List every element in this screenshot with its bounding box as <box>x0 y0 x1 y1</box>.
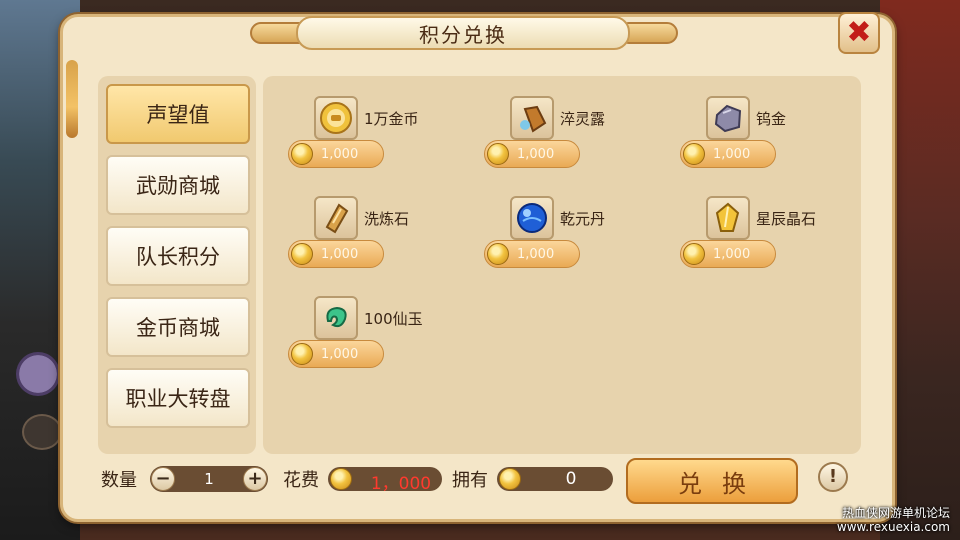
tassel-decoration <box>66 60 78 138</box>
category-tab-captain-points[interactable]: 队长积分 <box>106 226 250 286</box>
owned-label: 拥有 <box>452 470 488 491</box>
item-price: 1,000 <box>484 140 580 168</box>
quantity-label: 数量 <box>101 470 137 491</box>
watermark-line1: 热血侠网游单机论坛 <box>841 506 950 520</box>
page-title: 积分兑换 <box>419 22 507 47</box>
coin-icon <box>683 143 705 165</box>
coin-icon <box>487 243 509 265</box>
item-name: 星辰晶石 <box>756 210 817 228</box>
coin-icon <box>291 243 313 265</box>
item-card[interactable]: 淬灵露 1,000 <box>458 96 648 168</box>
coin-icon <box>291 343 313 365</box>
coin-icon <box>487 143 509 165</box>
cost-value: 1，000 <box>370 474 432 494</box>
watermark-line2: www.rexuexia.com <box>836 520 950 534</box>
item-name: 洗炼石 <box>364 210 410 228</box>
quantity-stepper: − 1 + <box>150 466 268 492</box>
item-price-value: 1,000 <box>517 247 555 262</box>
title-bar: 积分兑换 <box>296 16 630 50</box>
refining-crystal-icon <box>314 196 358 240</box>
item-price-value: 1,000 <box>321 247 359 262</box>
item-price: 1,000 <box>288 140 384 168</box>
item-card[interactable]: 乾元丹 1,000 <box>458 196 648 268</box>
item-price: 1,000 <box>680 140 776 168</box>
item-price: 1,000 <box>680 240 776 268</box>
quantity-value[interactable]: 1 <box>190 470 228 488</box>
coin-icon <box>683 243 705 265</box>
item-price-value: 1,000 <box>713 247 751 262</box>
minus-button[interactable]: − <box>151 467 175 491</box>
owned-display: 0 <box>497 467 613 491</box>
category-tab-gold-shop[interactable]: 金币商城 <box>106 297 250 357</box>
coin-icon <box>291 143 313 165</box>
info-icon[interactable]: ! <box>818 462 848 492</box>
coin-icon <box>330 468 352 490</box>
cost-display: 1，000 <box>328 467 442 494</box>
item-card[interactable]: 100仙玉 1,000 <box>262 296 452 368</box>
category-tab-reputation[interactable]: 声望值 <box>106 84 250 144</box>
item-price-value: 1,000 <box>713 147 751 162</box>
plus-button[interactable]: + <box>243 467 267 491</box>
item-card[interactable]: 钨金 1,000 <box>654 96 844 168</box>
exchange-button[interactable]: 兑换 <box>626 458 798 504</box>
item-name: 淬灵露 <box>560 110 606 128</box>
item-card[interactable]: 星辰晶石 1,000 <box>654 196 844 268</box>
coin-icon <box>499 468 521 490</box>
close-button[interactable]: ✖ <box>838 12 880 54</box>
item-price-value: 1,000 <box>321 147 359 162</box>
item-price: 1,000 <box>288 240 384 268</box>
item-price-value: 1,000 <box>321 347 359 362</box>
close-x-icon: ✖ <box>846 15 872 50</box>
item-price: 1,000 <box>484 240 580 268</box>
blue-pill-icon <box>510 196 554 240</box>
gold-coin-icon <box>314 96 358 140</box>
potion-jar-icon <box>510 96 554 140</box>
cost-label: 花费 <box>283 470 319 491</box>
item-card[interactable]: 1万金币 1,000 <box>262 96 452 168</box>
item-name: 100仙玉 <box>364 310 423 328</box>
item-name: 乾元丹 <box>560 210 606 228</box>
category-tab-class-wheel[interactable]: 职业大转盘 <box>106 368 250 428</box>
background-chat-icon <box>22 414 62 450</box>
watermark: 热血侠网游单机论坛 www.rexuexia.com <box>837 506 950 534</box>
owned-value: 0 <box>565 469 577 489</box>
ore-stone-icon <box>706 96 750 140</box>
item-name: 1万金币 <box>364 110 419 128</box>
jade-icon <box>314 296 358 340</box>
item-name: 钨金 <box>756 110 787 128</box>
item-price-value: 1,000 <box>517 147 555 162</box>
star-crystal-icon <box>706 196 750 240</box>
item-price: 1,000 <box>288 340 384 368</box>
item-card[interactable]: 洗炼石 1,000 <box>262 196 452 268</box>
category-tab-honor-shop[interactable]: 武勋商城 <box>106 155 250 215</box>
background-friend-avatar <box>16 352 60 396</box>
